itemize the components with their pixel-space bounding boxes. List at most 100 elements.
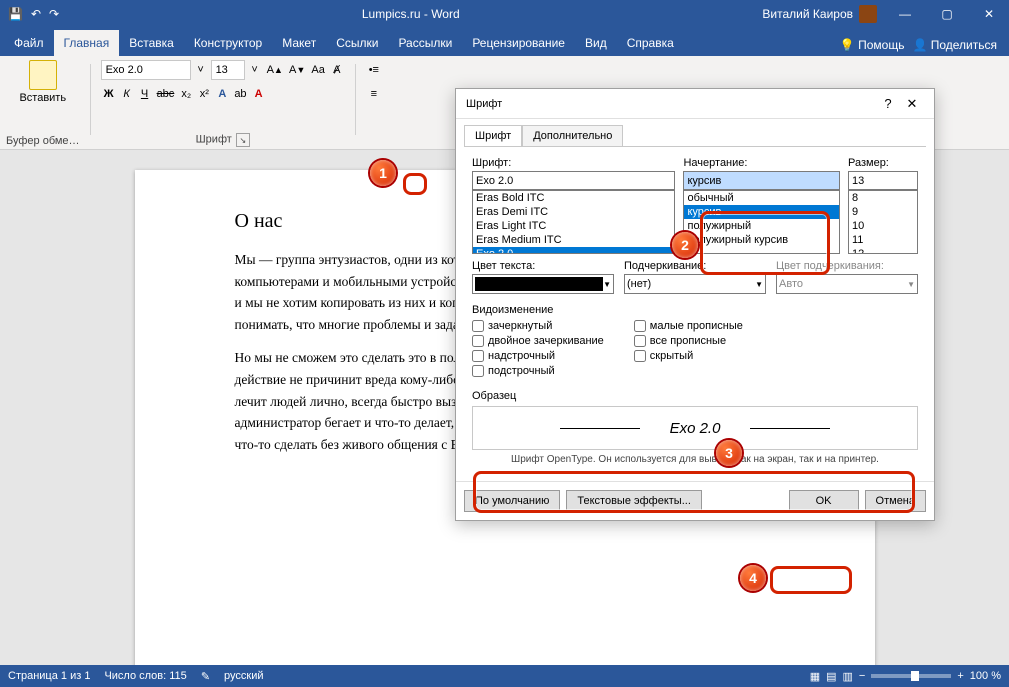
list-item[interactable]: Eras Bold ITC <box>473 191 674 205</box>
list-item[interactable]: 12 <box>849 247 917 254</box>
font-dialog-launcher[interactable]: ↘ <box>236 133 250 147</box>
zoom-level[interactable]: 100 % <box>970 670 1001 682</box>
font-group: ˅ ˅ A▲ A▼ Aa Ⱥ Ж К Ч abc x₂ x² A ab A Шр… <box>101 60 345 149</box>
subscript-button[interactable]: x₂ <box>178 84 194 104</box>
list-item[interactable]: полужирный курсив <box>684 233 839 247</box>
list-item[interactable]: полужирный <box>684 219 839 233</box>
page-indicator[interactable]: Страница 1 из 1 <box>8 670 90 682</box>
clear-formatting-icon[interactable]: Ⱥ <box>329 60 345 80</box>
print-layout-icon[interactable]: ▤ <box>826 670 836 683</box>
dialog-close-icon[interactable]: ✕ <box>900 96 924 112</box>
subscript-checkbox[interactable]: подстрочный <box>472 365 604 377</box>
bold-button[interactable]: Ж <box>101 84 117 104</box>
paste-button[interactable]: Вставить <box>6 60 80 104</box>
list-item[interactable]: Eras Medium ITC <box>473 233 674 247</box>
superscript-checkbox[interactable]: надстрочный <box>472 350 604 362</box>
double-strike-checkbox[interactable]: двойное зачеркивание <box>472 335 604 347</box>
tab-file[interactable]: Файл <box>4 30 54 56</box>
status-bar: Страница 1 из 1 Число слов: 115 ✎ русски… <box>0 665 1009 687</box>
list-item[interactable]: курсив <box>684 205 839 219</box>
font-color-combo[interactable]: ▼ <box>472 274 614 294</box>
underline-label: Подчеркивание: <box>624 260 766 272</box>
font-size-input[interactable] <box>211 60 245 80</box>
word-count[interactable]: Число слов: 115 <box>104 670 186 682</box>
dialog-help-icon[interactable]: ? <box>876 96 900 111</box>
tab-design[interactable]: Конструктор <box>184 30 272 56</box>
highlight-button[interactable]: ab <box>232 84 248 104</box>
close-button[interactable]: ✕ <box>969 0 1009 28</box>
dialog-font-list[interactable]: Eras Bold ITC Eras Demi ITC Eras Light I… <box>472 190 675 254</box>
dialog-style-input[interactable] <box>683 171 840 190</box>
list-item[interactable]: 8 <box>849 191 917 205</box>
font-dialog: Шрифт ? ✕ Шрифт Дополнительно Шрифт: Era… <box>455 88 935 521</box>
default-button[interactable]: По умолчанию <box>464 490 560 512</box>
tab-references[interactable]: Ссылки <box>326 30 388 56</box>
tab-help[interactable]: Справка <box>617 30 684 56</box>
save-icon[interactable]: 💾 <box>8 7 23 21</box>
dialog-tab-advanced[interactable]: Дополнительно <box>522 125 623 146</box>
sample-title: Образец <box>472 390 918 402</box>
underline-color-combo: Авто▼ <box>776 274 918 294</box>
dialog-font-input[interactable] <box>472 171 675 190</box>
font-label: Шрифт: <box>472 157 675 169</box>
list-item[interactable]: Eras Demi ITC <box>473 205 674 219</box>
font-color-button[interactable]: A <box>251 84 267 104</box>
maximize-button[interactable]: ▢ <box>927 0 967 28</box>
underline-color-label: Цвет подчеркивания: <box>776 260 918 272</box>
grow-font-icon[interactable]: A▲ <box>265 60 285 80</box>
list-item[interactable]: 11 <box>849 233 917 247</box>
font-name-input[interactable] <box>101 60 191 80</box>
dialog-style-list[interactable]: обычный курсив полужирный полужирный кур… <box>683 190 840 254</box>
dialog-title: Шрифт <box>466 98 876 110</box>
language-indicator[interactable]: русский <box>224 670 263 682</box>
align-left-icon[interactable]: ≡ <box>366 84 382 104</box>
strike-button[interactable]: abc <box>155 84 177 104</box>
strike-checkbox[interactable]: зачеркнутый <box>472 320 604 332</box>
list-item[interactable]: Exo 2.0 <box>473 247 674 254</box>
avatar[interactable] <box>859 5 877 23</box>
effects-title: Видоизменение <box>472 304 918 316</box>
allcaps-checkbox[interactable]: все прописные <box>634 335 743 347</box>
change-case-button[interactable]: Aa <box>309 60 326 80</box>
text-effects-button[interactable]: A <box>214 84 230 104</box>
list-item[interactable]: обычный <box>684 191 839 205</box>
smallcaps-checkbox[interactable]: малые прописные <box>634 320 743 332</box>
font-size-dropdown-icon[interactable]: ˅ <box>247 60 263 80</box>
minimize-button[interactable]: — <box>885 0 925 28</box>
help-button[interactable]: 💡 Помощь <box>840 38 905 52</box>
tab-insert[interactable]: Вставка <box>119 30 184 56</box>
window-title: Lumpics.ru - Word <box>67 7 754 21</box>
italic-button[interactable]: К <box>119 84 135 104</box>
undo-icon[interactable]: ↶ <box>31 7 41 21</box>
read-mode-icon[interactable]: ▦ <box>810 670 820 683</box>
superscript-button[interactable]: x² <box>196 84 212 104</box>
tab-layout[interactable]: Макет <box>272 30 326 56</box>
tab-review[interactable]: Рецензирование <box>462 30 575 56</box>
redo-icon[interactable]: ↷ <box>49 7 59 21</box>
sample-preview: Exo 2.0 <box>472 406 918 450</box>
list-item[interactable]: 9 <box>849 205 917 219</box>
list-item[interactable]: Eras Light ITC <box>473 219 674 233</box>
dialog-tab-font[interactable]: Шрифт <box>464 125 522 146</box>
zoom-out-button[interactable]: − <box>859 670 865 682</box>
text-effects-button[interactable]: Текстовые эффекты... <box>566 490 702 512</box>
dialog-size-input[interactable] <box>848 171 918 190</box>
list-item[interactable]: 10 <box>849 219 917 233</box>
web-layout-icon[interactable]: ▥ <box>843 670 853 683</box>
underline-combo[interactable]: (нет)▼ <box>624 274 766 294</box>
zoom-slider[interactable] <box>871 674 951 678</box>
underline-button[interactable]: Ч <box>137 84 153 104</box>
dialog-size-list[interactable]: 8 9 10 11 12 <box>848 190 918 254</box>
tab-mailings[interactable]: Рассылки <box>388 30 462 56</box>
hidden-checkbox[interactable]: скрытый <box>634 350 743 362</box>
spellcheck-icon[interactable]: ✎ <box>201 670 210 683</box>
font-name-dropdown-icon[interactable]: ˅ <box>193 60 209 80</box>
zoom-in-button[interactable]: + <box>957 670 963 682</box>
shrink-font-icon[interactable]: A▼ <box>287 60 307 80</box>
cancel-button[interactable]: Отмена <box>865 490 926 512</box>
bullets-icon[interactable]: •≡ <box>366 60 382 80</box>
tab-view[interactable]: Вид <box>575 30 617 56</box>
tab-home[interactable]: Главная <box>54 30 120 56</box>
ok-button[interactable]: OK <box>789 490 859 512</box>
share-button[interactable]: 👤 Поделиться <box>912 38 997 52</box>
